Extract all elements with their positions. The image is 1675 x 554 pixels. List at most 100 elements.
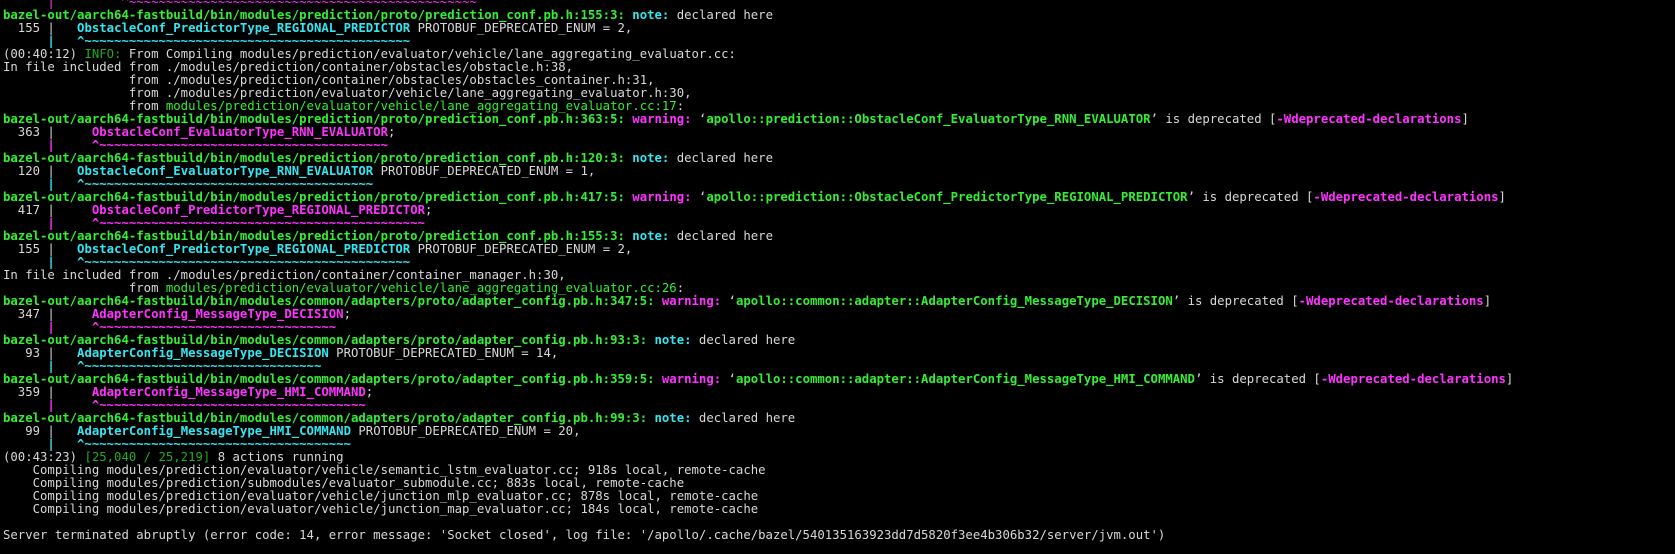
terminal-line-segment: ObstacleConf_EvaluatorType_RNN_EVALUATOR [77, 164, 374, 178]
terminal-line-segment: AdapterConfig_MessageType_DECISION [91, 307, 344, 321]
terminal-line-segment: 120 | [3, 164, 78, 178]
terminal-line-segment: From Compiling modules/prediction/evalua… [121, 47, 736, 61]
terminal-line-segment: bazel-out/aarch64-fastbuild/bin/modules/… [3, 112, 633, 126]
terminal-line-segment: 347 | [3, 307, 92, 321]
terminal-line-segment: Compiling modules/prediction/evaluator/v… [3, 502, 759, 516]
terminal-line-segment: apollo::common::adapter::AdapterConfig_M… [735, 294, 1173, 308]
terminal-line-segment: 99 | [3, 424, 78, 438]
terminal-line-segment: declared here [691, 333, 796, 347]
terminal-line-segment: | ^~~~~~~~~~~~~~~~~~~~~~~~~~~~~~~~~~~~~~… [3, 216, 425, 230]
terminal-line-segment: -Wdeprecated-declarations [1276, 112, 1462, 126]
terminal-line-segment: declared here [669, 229, 773, 243]
terminal-line-segment: AdapterConfig_MessageType_HMI_COMMAND [77, 424, 351, 438]
terminal-line-segment: ‘ [721, 372, 736, 386]
terminal-line-segment: Compiling modules/prediction/evaluator/v… [3, 463, 766, 477]
terminal-line-segment: ’ is deprecated [ [1172, 294, 1299, 308]
terminal-line-segment: ’ is deprecated [ [1150, 112, 1277, 126]
terminal-line-segment: ; [425, 203, 433, 217]
terminal-line: Compiling modules/prediction/evaluator/v… [3, 503, 1675, 516]
terminal-line-segment: In file included from ./modules/predicti… [3, 60, 574, 74]
terminal-line-segment: -Wdeprecated-declarations [1313, 190, 1499, 204]
terminal-line-segment: | ^~~~~~~~~~~~~~~~~~~~~~~~~~~~~~~~~~~~~~… [3, 138, 388, 152]
terminal-line-segment: PROTOBUF_DEPRECATED_ENUM = 2, [410, 242, 633, 256]
terminal-line-segment: modules/prediction/evaluator/vehicle/lan… [165, 281, 677, 295]
terminal-line-segment: 359 | [3, 385, 92, 399]
terminal-line-segment: | ^~~~~~~~~~~~~~~~~~~~~~~~~~~~~~~~~~~~~~… [3, 177, 374, 191]
terminal-line-segment: ; [343, 307, 351, 321]
terminal-line-segment: ‘ [721, 294, 736, 308]
terminal-line-segment: from ./modules/prediction/container/obst… [3, 73, 655, 87]
terminal-line-segment: ] [1505, 372, 1514, 386]
terminal-line-segment: | ^~~~~~~~~~~~~~~~~~~~~~~~~~~~~~~~~~~~~~… [3, 255, 411, 269]
terminal-line-segment: note: [632, 8, 670, 22]
terminal-line-segment: ] [1498, 190, 1506, 204]
terminal-output[interactable]: | ^~~~~~~~~~~~~~~~~~~~~~~~~~~~~~~~~~~~~~… [3, 0, 1675, 542]
terminal-line-segment: PROTOBUF_DEPRECATED_ENUM = 2, [410, 21, 633, 35]
terminal-line-segment: warning: [632, 112, 692, 126]
terminal-line-segment: -Wdeprecated-declarations [1320, 372, 1506, 386]
terminal-line-segment: bazel-out/aarch64-fastbuild/bin/modules/… [3, 190, 633, 204]
terminal-line-segment: | ^~~~~~~~~~~~~~~~~~~~~~~~~~~~~~~~~~~~~ [3, 437, 351, 451]
terminal-line-segment: note: [632, 151, 670, 165]
terminal-line-segment: Compiling modules/prediction/submodules/… [3, 476, 685, 490]
terminal-line-segment: ‘ [691, 112, 707, 126]
terminal-line-segment: Server terminated abruptly (error code: … [3, 528, 1166, 542]
terminal-line-segment: declared here [691, 411, 796, 425]
terminal-line-segment: warning: [632, 190, 692, 204]
terminal-line-segment: : [676, 281, 685, 295]
terminal-line-segment: AdapterConfig_MessageType_DECISION [77, 346, 329, 360]
terminal-line-segment: | ^~~~~~~~~~~~~~~~~~~~~~~~~~~~~~~~~ [3, 320, 337, 334]
terminal-line-segment: apollo::prediction::ObstacleConf_Evaluat… [706, 112, 1151, 126]
terminal-line-segment: ‘ [691, 190, 707, 204]
terminal-line-segment: PROTOBUF_DEPRECATED_ENUM = 14, [328, 346, 559, 360]
terminal-line-segment: AdapterConfig_MessageType_HMI_COMMAND [91, 385, 366, 399]
terminal-line-segment: bazel-out/aarch64-fastbuild/bin/modules/… [3, 151, 633, 165]
terminal-line-segment: : [676, 99, 685, 113]
terminal-line-segment: from [3, 99, 166, 113]
terminal-line-segment: ; [365, 385, 374, 399]
terminal-line-segment: 363 | [3, 125, 92, 139]
terminal-line-segment: bazel-out/aarch64-fastbuild/bin/modules/… [3, 333, 655, 347]
terminal-line-segment: In file included from ./modules/predicti… [3, 268, 566, 282]
terminal-line-segment: ObstacleConf_PredictorType_REGIONAL_PRED… [91, 203, 425, 217]
terminal-line-segment: from ./modules/prediction/evaluator/vehi… [3, 86, 692, 100]
terminal-line-segment: -Wdeprecated-declarations [1298, 294, 1484, 308]
terminal-line-segment: bazel-out/aarch64-fastbuild/bin/modules/… [3, 372, 662, 386]
terminal-line-segment: (00:40:12) [3, 47, 85, 61]
terminal-line-segment: declared here [669, 8, 773, 22]
terminal-line-segment: | ^~~~~~~~~~~~~~~~~~~~~~~~~~~~~~~~~~~~~ [3, 398, 366, 412]
terminal-line-segment: bazel-out/aarch64-fastbuild/bin/modules/… [3, 411, 655, 425]
terminal-line-segment: PROTOBUF_DEPRECATED_ENUM = 20, [350, 424, 581, 438]
terminal-line-segment: 417 | [3, 203, 92, 217]
terminal-line-segment: bazel-out/aarch64-fastbuild/bin/modules/… [3, 8, 633, 22]
terminal-line-segment: ObstacleConf_EvaluatorType_RNN_EVALUATOR [91, 125, 388, 139]
terminal-line-segment: PROTOBUF_DEPRECATED_ENUM = 1, [373, 164, 596, 178]
terminal-line-segment: bazel-out/aarch64-fastbuild/bin/modules/… [3, 229, 633, 243]
terminal-line-segment: 155 | [3, 242, 78, 256]
terminal-line-segment: 8 actions running [210, 450, 344, 464]
terminal-line-segment: ObstacleConf_PredictorType_REGIONAL_PRED… [77, 21, 411, 35]
terminal-line-segment: warning: [661, 372, 722, 386]
terminal-line-segment: ] [1483, 294, 1492, 308]
terminal-line-segment: | ^~~~~~~~~~~~~~~~~~~~~~~~~~~~~~~~~ [3, 359, 322, 373]
terminal-line-segment: apollo::prediction::ObstacleConf_Predict… [706, 190, 1188, 204]
terminal-line-segment: [25,040 / 25,219] [84, 450, 211, 464]
terminal-line-segment: Compiling modules/prediction/evaluator/v… [3, 489, 759, 503]
terminal-line-segment: ; [387, 125, 396, 139]
terminal-line-segment: ] [1461, 112, 1469, 126]
terminal-line-segment: modules/prediction/evaluator/vehicle/lan… [165, 99, 677, 113]
terminal-line-segment: note: [632, 229, 670, 243]
terminal-line-segment: apollo::common::adapter::AdapterConfig_M… [735, 372, 1195, 386]
terminal-line-segment: (00:43:23) [3, 450, 85, 464]
terminal-line-segment: ObstacleConf_PredictorType_REGIONAL_PRED… [77, 242, 411, 256]
terminal-line: Server terminated abruptly (error code: … [3, 529, 1675, 542]
terminal-line-segment: warning: [661, 294, 722, 308]
terminal-line-segment: 155 | [3, 21, 78, 35]
terminal-line-segment: ’ is deprecated [ [1187, 190, 1314, 204]
terminal-line-segment: ’ is deprecated [ [1194, 372, 1321, 386]
terminal-line-segment: 93 | [3, 346, 78, 360]
terminal-line-segment: note: [654, 411, 692, 425]
terminal-line-segment: declared here [669, 151, 773, 165]
terminal-line-segment: INFO: [84, 47, 122, 61]
terminal-line-segment: note: [654, 333, 692, 347]
